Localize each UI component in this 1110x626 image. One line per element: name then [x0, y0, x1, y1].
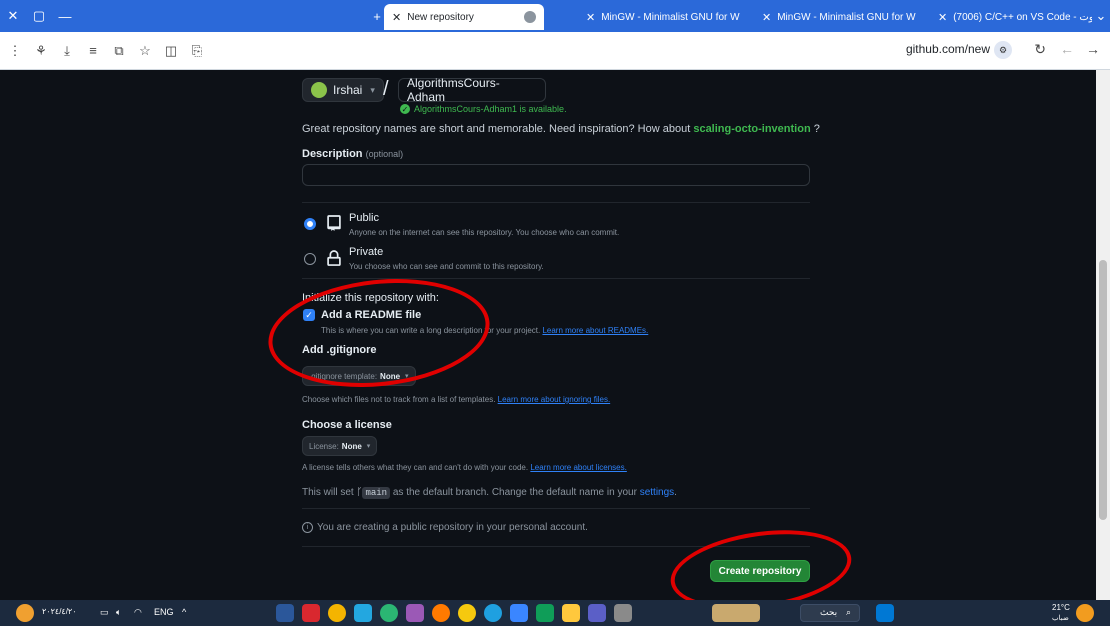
reading-list-icon[interactable]: ≡	[82, 40, 104, 62]
system-tray-date: ٢٠٢٤/٤/٢٠	[42, 607, 77, 616]
public-repo-notice: i You are creating a public repository i…	[302, 522, 588, 533]
address-bar-url[interactable]: github.com/new	[906, 42, 990, 56]
tab-mingw-1[interactable]: ✕ MinGW - Minimalist GNU for W	[578, 4, 750, 30]
tab-close-icon[interactable]: ✕	[392, 11, 401, 24]
repository-name-input[interactable]: AlgorithmsCours-Adham	[398, 76, 546, 104]
tab-close-icon[interactable]: ✕	[762, 11, 771, 24]
chevron-down-icon: ▾	[366, 443, 371, 450]
search-icon: ⌕	[846, 607, 852, 617]
widgets-icon[interactable]	[712, 604, 760, 622]
tab-youtube[interactable]: ✕ (7006) C/C++ on VS Code - يوت	[930, 4, 1092, 30]
favorite-star-icon[interactable]: ☆	[134, 40, 156, 62]
description-input[interactable]	[302, 164, 810, 186]
windows-start-icon[interactable]	[876, 604, 894, 622]
github-icon	[524, 11, 536, 23]
browser-toolbar: ⋮ ⚘ ⤓ ≡ ⧉ ☆ ◫ ⎘ github.com/new ⚙ ↻ ← →	[0, 32, 1110, 70]
word-icon[interactable]	[276, 604, 294, 622]
app-icon[interactable]	[406, 604, 424, 622]
acrobat-icon[interactable]	[302, 604, 320, 622]
name-suggestion: Great repository names are short and mem…	[302, 123, 820, 135]
license-label: Choose a license	[302, 419, 392, 431]
chrome-icon[interactable]	[458, 604, 476, 622]
settings-gear-icon[interactable]	[328, 604, 346, 622]
store-icon[interactable]	[536, 604, 554, 622]
input-language[interactable]: ENG	[154, 607, 174, 617]
refresh-icon[interactable]: ↻	[1034, 41, 1046, 58]
divider	[302, 508, 810, 509]
whatsapp-icon[interactable]	[380, 604, 398, 622]
tab-mingw-2[interactable]: ✕ MinGW - Minimalist GNU for W	[754, 4, 926, 30]
check-circle-icon: ✓	[400, 104, 410, 114]
license-dropdown[interactable]: License: None ▾	[302, 436, 378, 456]
public-radio[interactable]	[304, 218, 316, 230]
mail-icon[interactable]	[510, 604, 528, 622]
github-new-repo-page: Irshai ▾ / AlgorithmsCours-Adham ✓ Algor…	[0, 70, 1096, 621]
browser-tab-bar: ✕ ▢ — + ✕ New repository ✕ MinGW - Minim…	[0, 0, 1110, 32]
download-icon[interactable]: ⤓	[56, 40, 78, 62]
collections-icon[interactable]: ⧉	[108, 40, 130, 62]
tab-close-icon[interactable]: ✕	[586, 11, 595, 24]
owner-dropdown[interactable]: Irshai ▾	[302, 78, 384, 102]
menu-dots-icon[interactable]: ⋮	[4, 40, 26, 62]
back-arrow-icon[interactable]: ←	[1060, 41, 1074, 57]
tab-new-repository[interactable]: ✕ New repository	[384, 4, 544, 30]
annotation-circle-readme	[263, 268, 495, 398]
tray-chevron-up-icon[interactable]: ^	[182, 607, 186, 617]
edge-icon[interactable]	[484, 604, 502, 622]
name-availability-message: ✓ AlgorithmsCours-Adham1 is available.	[400, 104, 567, 114]
scrollbar-thumb[interactable]	[1099, 260, 1107, 520]
volume-icon[interactable]: 🔈︎	[116, 607, 121, 618]
public-title: Public	[349, 212, 379, 224]
teams-icon[interactable]	[588, 604, 606, 622]
gitignore-description: Choose which files not to track from a l…	[302, 395, 611, 404]
divider	[302, 202, 810, 203]
weather-condition: ضباب	[1052, 615, 1069, 622]
split-screen-icon[interactable]: ◫	[160, 40, 182, 62]
readme-learn-more-link[interactable]: Learn more about READMEs.	[542, 326, 648, 335]
vscode-icon[interactable]	[354, 604, 372, 622]
info-icon: i	[302, 522, 313, 533]
avatar	[311, 82, 327, 98]
weather-sun-icon[interactable]	[1076, 604, 1094, 622]
task-view-icon[interactable]	[614, 604, 632, 622]
extensions-icon[interactable]: ⚘	[30, 40, 52, 62]
repo-icon	[327, 215, 341, 231]
public-description: Anyone on the internet can see this repo…	[349, 228, 620, 237]
default-branch-info: This will set ᚴ main as the default branc…	[302, 487, 677, 499]
chevron-down-icon: ▾	[370, 84, 375, 95]
tab-close-icon[interactable]: ✕	[938, 11, 947, 24]
firefox-icon[interactable]	[432, 604, 450, 622]
suggested-name-link[interactable]: scaling-octo-invention	[693, 123, 810, 135]
license-learn-more-link[interactable]: Learn more about licenses.	[530, 463, 627, 472]
lock-icon	[327, 250, 341, 266]
tab-list-chevron-icon[interactable]: ⌄	[1092, 0, 1110, 32]
file-explorer-icon[interactable]	[562, 604, 580, 622]
private-description: You choose who can see and commit to thi…	[349, 262, 544, 271]
taskbar-search-label: بحث	[820, 607, 838, 617]
close-window-icon[interactable]: ✕	[0, 0, 26, 32]
forward-arrow-icon[interactable]: →	[1086, 41, 1100, 57]
branch-name: main	[362, 487, 391, 499]
private-radio[interactable]	[304, 253, 316, 265]
license-description: A license tells others what they can and…	[302, 463, 627, 472]
share-icon[interactable]: ⎘	[186, 40, 208, 62]
site-settings-icon[interactable]: ⚙	[994, 41, 1012, 59]
owner-repo-separator: /	[383, 78, 389, 100]
description-label: Description (optional)	[302, 148, 404, 160]
weather-temperature: 21°C	[1052, 603, 1070, 612]
restore-window-icon[interactable]: ▢	[26, 0, 52, 32]
settings-link[interactable]: settings	[640, 487, 674, 498]
page-scrollbar[interactable]	[1096, 70, 1110, 600]
gitignore-learn-more-link[interactable]: Learn more about ignoring files.	[498, 395, 611, 404]
battery-icon: ▭	[100, 607, 109, 617]
weather-widget-icon[interactable]	[16, 604, 34, 622]
minimize-window-icon[interactable]: —	[52, 0, 78, 32]
private-title: Private	[349, 246, 384, 258]
windows-taskbar: ٢٠٢٤/٤/٢٠ ▭ 🔈︎ ◠ ENG ^ بحث ⌕ 21°C ضباب	[0, 600, 1110, 626]
wifi-icon[interactable]: ◠	[134, 607, 142, 618]
